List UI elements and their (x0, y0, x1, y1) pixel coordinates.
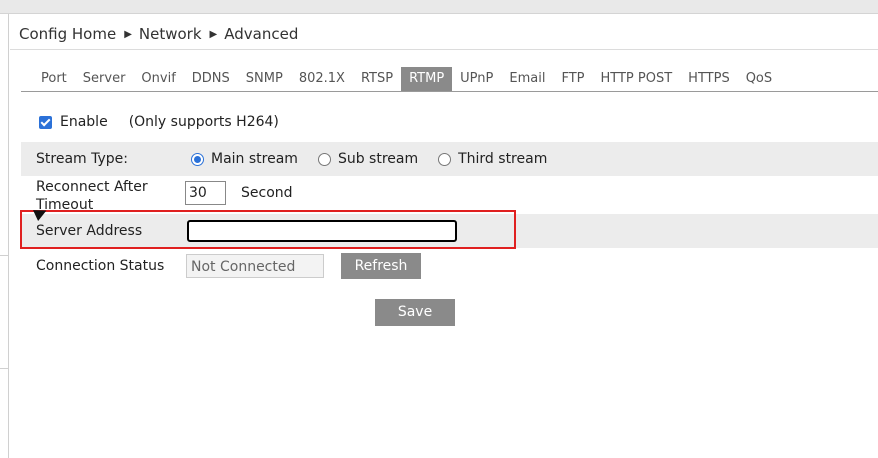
left-panel-divider (8, 14, 9, 458)
reconnect-label: Reconnect After Timeout (36, 179, 148, 213)
settings-tabs: Port Server Onvif DDNS SNMP 802.1X RTSP … (33, 67, 780, 91)
tab-http-post[interactable]: HTTP POST (593, 67, 681, 91)
radio-main-stream-label[interactable]: Main stream (211, 151, 298, 167)
tab-server[interactable]: Server (75, 67, 134, 91)
stream-type-label: Stream Type: (36, 151, 128, 167)
connection-status-row: Connection Status Not Connected Refresh (21, 248, 878, 284)
tab-ddns[interactable]: DDNS (184, 67, 238, 91)
breadcrumb-arrow-icon: ▶ (209, 28, 218, 40)
radio-third-stream-dot-icon[interactable] (438, 152, 452, 166)
tab-rtsp[interactable]: RTSP (353, 67, 401, 91)
enable-note: (Only supports H264) (128, 114, 279, 130)
radio-main-stream-dot-icon[interactable] (191, 152, 204, 166)
connection-status-value: Not Connected (186, 254, 324, 278)
tab-qos[interactable]: QoS (738, 67, 780, 91)
tab-upnp[interactable]: UPnP (452, 67, 501, 91)
tab-onvif[interactable]: Onvif (133, 67, 183, 91)
reconnect-row: Reconnect After Timeout 30 Second (21, 176, 878, 214)
left-divider-tick (0, 255, 8, 256)
breadcrumb-divider (10, 49, 878, 50)
tab-ftp[interactable]: FTP (553, 67, 592, 91)
enable-row: Enable (Only supports H264) (39, 114, 279, 130)
radio-third-stream-label[interactable]: Third stream (458, 151, 547, 167)
stream-type-radio-group: Main stream Sub stream Third stream (191, 142, 567, 176)
save-button[interactable]: Save (375, 299, 455, 326)
server-address-input[interactable] (187, 220, 457, 242)
breadcrumb-arrow-icon: ▶ (124, 28, 132, 40)
breadcrumb-config-home[interactable]: Config Home (19, 25, 116, 43)
radio-sub-stream[interactable]: Sub stream (317, 151, 418, 167)
breadcrumb: Config Home ▶ Network ▶ Advanced (19, 25, 298, 43)
radio-third-stream[interactable]: Third stream (438, 151, 547, 167)
radio-sub-stream-label[interactable]: Sub stream (338, 151, 418, 167)
tab-rtmp[interactable]: RTMP (401, 67, 453, 91)
tab-8021x[interactable]: 802.1X (291, 67, 353, 91)
server-address-label: Server Address (36, 223, 143, 239)
server-address-row: Server Address (21, 214, 878, 248)
browser-top-bar (0, 0, 878, 14)
enable-label: Enable (60, 114, 108, 130)
left-divider-tick (0, 368, 8, 369)
breadcrumb-network[interactable]: Network (139, 25, 202, 43)
breadcrumb-advanced: Advanced (224, 25, 299, 43)
radio-sub-stream-dot-icon[interactable] (317, 152, 331, 166)
tab-port[interactable]: Port (33, 67, 75, 91)
enable-checkbox[interactable] (39, 115, 52, 129)
refresh-button[interactable]: Refresh (341, 253, 421, 279)
radio-main-stream[interactable]: Main stream (191, 151, 298, 167)
tab-https[interactable]: HTTPS (680, 67, 738, 91)
stream-type-row: Stream Type: Main stream Sub stream Thir… (21, 142, 878, 176)
reconnect-unit: Second (241, 185, 293, 201)
tab-email[interactable]: Email (501, 67, 553, 91)
connection-status-label: Connection Status (36, 258, 165, 274)
reconnect-timeout-input[interactable]: 30 (185, 181, 226, 205)
tabs-underline (21, 91, 878, 92)
tab-snmp[interactable]: SNMP (238, 67, 291, 91)
